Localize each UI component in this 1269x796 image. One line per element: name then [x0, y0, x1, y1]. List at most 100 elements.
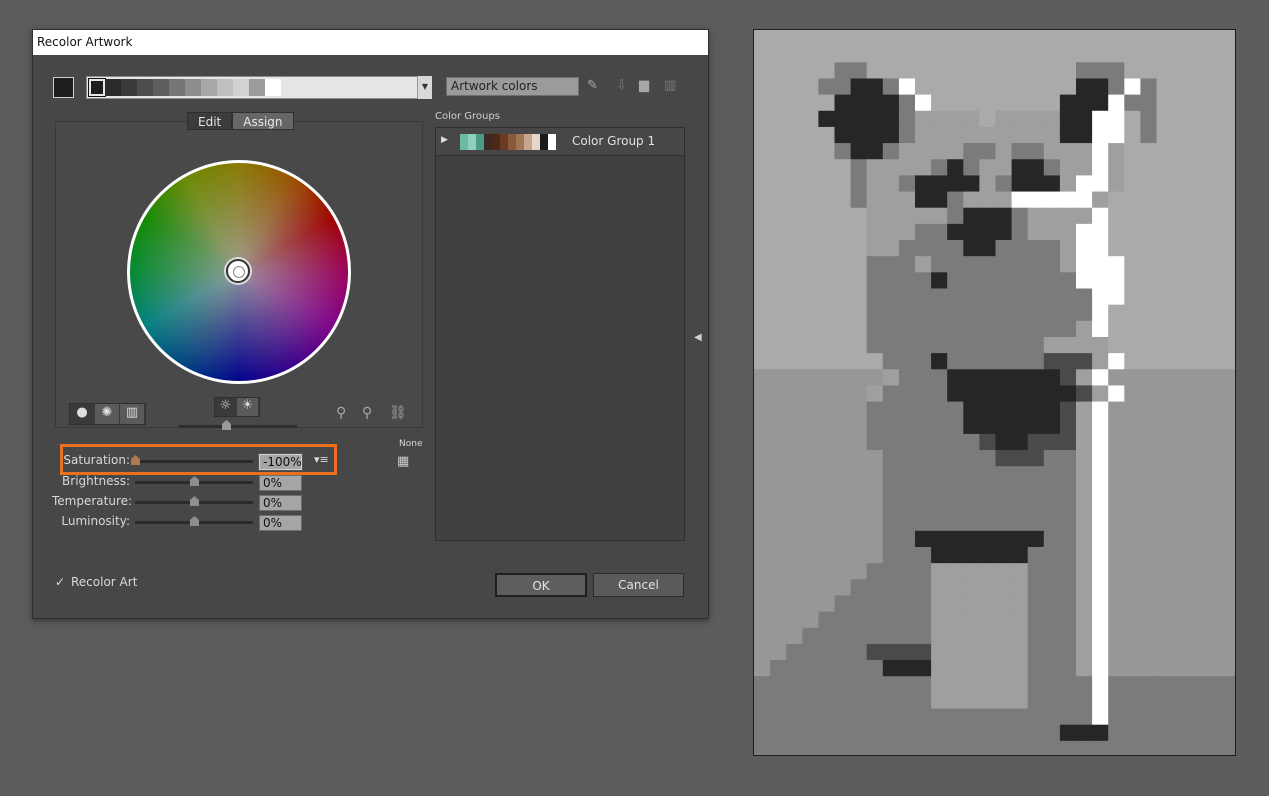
preview-pixel	[1011, 369, 1029, 387]
preview-pixel	[1092, 692, 1109, 710]
preview-pixel	[1043, 450, 1061, 467]
preview-pixel	[1043, 514, 1061, 532]
strip-swatch[interactable]	[88, 78, 106, 97]
strip-swatch[interactable]	[217, 79, 233, 96]
luminosity-value-field[interactable]: 0%	[259, 515, 302, 531]
strip-swatch[interactable]	[233, 79, 249, 96]
preview-pixel	[1140, 126, 1158, 144]
brightness-slider-thumb[interactable]	[190, 476, 199, 486]
saturation-slider-track[interactable]	[135, 460, 253, 463]
preview-pixel	[818, 740, 836, 755]
preview-pixel	[866, 627, 884, 645]
brightness-value-field[interactable]: 0%	[259, 475, 302, 491]
preview-pixel	[1076, 498, 1093, 516]
preview-pixel	[1140, 627, 1158, 645]
add-color-tool-icon[interactable]: ⚲	[336, 405, 346, 421]
preview-pixel	[834, 62, 852, 80]
preview-pixel	[931, 272, 948, 290]
preview-pixel	[818, 288, 836, 306]
smooth-wheel-icon[interactable]: ●	[70, 404, 95, 424]
strip-swatch[interactable]	[265, 79, 281, 96]
preview-pixel	[1059, 78, 1077, 96]
preview-pixel	[995, 46, 1013, 63]
strip-swatch[interactable]	[121, 79, 137, 96]
preview-pixel	[850, 708, 868, 726]
recolor-art-checkbox[interactable]: ✓	[55, 576, 67, 588]
strip-swatch[interactable]	[105, 79, 121, 96]
group-swatch	[484, 134, 492, 150]
strip-dropdown-arrow[interactable]: ▼	[417, 76, 432, 99]
strip-swatch[interactable]	[185, 79, 201, 96]
preview-pixel	[1059, 191, 1077, 209]
expand-triangle-icon[interactable]: ▶	[441, 135, 448, 145]
preview-pixel	[786, 433, 803, 451]
preview-pixel	[1043, 401, 1061, 419]
color-wheel-handle[interactable]	[226, 259, 250, 283]
strip-swatch[interactable]	[249, 79, 265, 96]
preview-pixel	[754, 256, 771, 273]
recolor-art-option[interactable]: ✓ Recolor Art	[55, 575, 137, 589]
preview-pixel	[818, 724, 836, 742]
strip-swatch[interactable]	[153, 79, 169, 96]
preview-pixel	[1043, 304, 1061, 322]
preview-pixel	[1076, 563, 1093, 580]
preview-pixel	[1108, 126, 1125, 144]
eyedropper-icon[interactable]: ✎	[587, 78, 598, 93]
cancel-button[interactable]: Cancel	[593, 573, 684, 597]
preview-pixel	[963, 627, 980, 645]
preview-pixel	[1140, 223, 1158, 241]
preview-pixel	[1027, 514, 1045, 532]
artwork-color-strip[interactable]	[86, 76, 431, 99]
preview-pixel	[1220, 546, 1235, 564]
preview-pixel	[931, 530, 948, 548]
new-group-folder-icon[interactable]: ▆	[639, 78, 649, 93]
preview-pixel	[1011, 708, 1029, 726]
preview-pixel	[866, 175, 884, 193]
collapse-panel-icon[interactable]: ◀	[694, 332, 702, 343]
preview-pixel	[963, 611, 980, 629]
preview-pixel	[1204, 272, 1222, 290]
preview-pixel	[802, 676, 819, 693]
sun-dim-icon[interactable]: ☼	[215, 398, 237, 416]
color-library-icon[interactable]: ▦	[397, 454, 409, 469]
saturation-menu-icon[interactable]: ▾≡	[314, 453, 329, 466]
color-bars-icon[interactable]: ▥	[120, 404, 145, 424]
tab-assign[interactable]: Assign	[232, 112, 294, 130]
preview-pixel	[915, 256, 932, 273]
preview-pixel	[1204, 708, 1222, 726]
preview-pixel	[1027, 466, 1045, 483]
strip-swatch[interactable]	[169, 79, 185, 96]
strip-swatch[interactable]	[201, 79, 217, 96]
strip-swatch[interactable]	[137, 79, 153, 96]
wheel-brightness-track[interactable]	[179, 425, 297, 428]
link-harmony-icon[interactable]: ⛓	[389, 405, 407, 421]
preview-pixel	[898, 676, 916, 693]
preview-pixel	[1108, 724, 1125, 742]
temperature-value-field[interactable]: 0%	[259, 495, 302, 511]
preview-pixel	[786, 175, 803, 193]
preview-pixel	[898, 611, 916, 629]
tab-edit[interactable]: Edit	[187, 112, 233, 130]
active-color-swatch[interactable]	[53, 77, 74, 98]
sun-bright-icon[interactable]: ☀	[237, 398, 259, 416]
ok-button[interactable]: OK	[495, 573, 587, 597]
preview-pixel	[931, 223, 948, 241]
luminosity-slider-thumb[interactable]	[190, 516, 199, 526]
preview-pixel	[1124, 401, 1141, 419]
preview-pixel	[963, 110, 980, 128]
preview-pixel	[834, 94, 852, 112]
preview-pixel	[1108, 353, 1125, 370]
delete-trash-icon[interactable]: ▥	[664, 78, 676, 93]
preview-pixel	[1059, 627, 1077, 645]
artwork-colors-field[interactable]: Artwork colors	[446, 77, 579, 96]
preview-pixel	[818, 240, 836, 257]
preview-pixel	[1043, 126, 1061, 144]
save-group-icon[interactable]: ⇩	[616, 78, 627, 93]
preview-pixel	[979, 110, 997, 128]
temperature-slider-thumb[interactable]	[190, 496, 199, 506]
saturation-value-field[interactable]: -100%	[258, 453, 303, 471]
preview-pixel	[915, 660, 932, 677]
segmented-wheel-icon[interactable]: ✺	[95, 404, 120, 424]
color-group-row[interactable]: ▶ Color Group 1	[436, 128, 684, 156]
remove-color-tool-icon[interactable]: ⚲	[362, 405, 372, 421]
